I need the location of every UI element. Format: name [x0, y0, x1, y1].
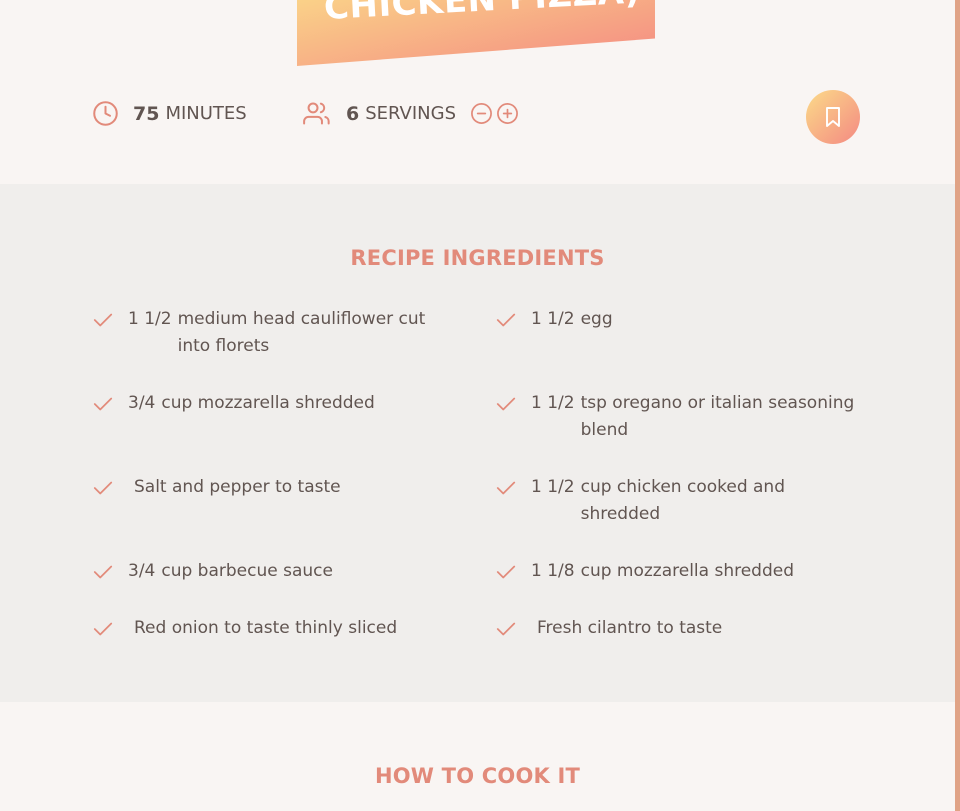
recipe-servings-value: 6: [346, 102, 360, 125]
check-icon: [92, 558, 114, 585]
ingredient-item: 1 1/2 cup chicken cooked and shredded: [495, 474, 855, 528]
ingredient-item: Red onion to taste thinly sliced: [92, 615, 452, 642]
recipe-servings: 6 SERVINGS: [303, 100, 519, 127]
check-icon: [495, 474, 517, 501]
decrease-servings-button[interactable]: [470, 102, 493, 125]
ingredient-description: Salt and pepper to taste: [134, 477, 341, 497]
ingredient-description: Fresh cilantro to taste: [537, 618, 723, 638]
servings-buttons: [470, 102, 519, 125]
recipe-time: 75 MINUTES: [92, 100, 247, 127]
ingredient-item: 3/4 cup mozzarella shredded: [92, 390, 452, 417]
recipe-title-banner: CHICKEN PIZZA): [297, 0, 655, 66]
ingredient-quantity: 1 1/8: [531, 561, 575, 581]
ingredient-description: medium head cauliflower cut into florets: [177, 309, 426, 356]
check-icon: [495, 558, 517, 585]
check-icon: [92, 474, 114, 501]
bookmark-button[interactable]: [806, 90, 860, 144]
ingredient-item: 3/4 cup barbecue sauce: [92, 558, 452, 585]
ingredient-description: cup chicken cooked and shredded: [580, 477, 786, 524]
ingredients-section: RECIPE INGREDIENTS 1 1/2 medium head caul…: [0, 184, 955, 702]
ingredient-description: cup barbecue sauce: [161, 561, 333, 581]
check-icon: [495, 306, 517, 333]
ingredient-item: 1 1/8 cup mozzarella shredded: [495, 558, 855, 585]
check-icon: [92, 615, 114, 642]
ingredient-quantity: 1 1/2: [531, 309, 575, 329]
increase-servings-button[interactable]: [496, 102, 519, 125]
ingredient-description: cup mozzarella shredded: [161, 393, 375, 413]
recipe-time-unit: MINUTES: [165, 103, 247, 124]
ingredient-quantity: 1 1/2: [128, 309, 172, 329]
clock-icon: [92, 100, 119, 127]
ingredient-quantity: 3/4: [128, 393, 156, 413]
ingredient-description: cup mozzarella shredded: [580, 561, 795, 581]
check-icon: [495, 615, 517, 642]
how-to-cook-heading: HOW TO COOK IT: [374, 764, 581, 788]
ingredients-heading: RECIPE INGREDIENTS: [350, 246, 605, 270]
check-icon: [92, 390, 114, 417]
ingredient-description: Red onion to taste thinly sliced: [134, 618, 398, 638]
recipe-servings-unit: SERVINGS: [365, 103, 457, 124]
plus-circle-icon: [497, 103, 518, 124]
ingredient-quantity: 3/4: [128, 561, 156, 581]
ingredient-quantity: 1 1/2: [531, 393, 575, 413]
recipe-details: 75 MINUTES 6 SERVINGS: [92, 90, 862, 144]
ingredient-item: 1 1/2 medium head cauliflower cut into fl…: [92, 306, 452, 360]
ingredient-item: 1 1/2 egg: [495, 306, 855, 333]
ingredient-item: Fresh cilantro to taste: [495, 615, 855, 642]
check-icon: [495, 390, 517, 417]
bookmark-icon: [826, 107, 840, 127]
recipe-page: CHICKEN PIZZA) 75 MINUTES 6: [0, 0, 960, 811]
ingredient-description: tsp oregano or italian seasoning blend: [580, 393, 855, 440]
minus-circle-icon: [471, 103, 492, 124]
ingredient-quantity: 1 1/2: [531, 477, 575, 497]
users-icon: [303, 100, 332, 127]
scrollbar[interactable]: [955, 0, 960, 811]
ingredient-item: 1 1/2 tsp oregano or italian seasoning bl…: [495, 390, 855, 444]
ingredient-description: egg: [580, 309, 613, 329]
recipe-title: CHICKEN PIZZA): [323, 0, 641, 28]
check-icon: [92, 306, 114, 333]
recipe-time-value: 75: [133, 102, 160, 125]
ingredient-item: Salt and pepper to taste: [92, 474, 452, 501]
